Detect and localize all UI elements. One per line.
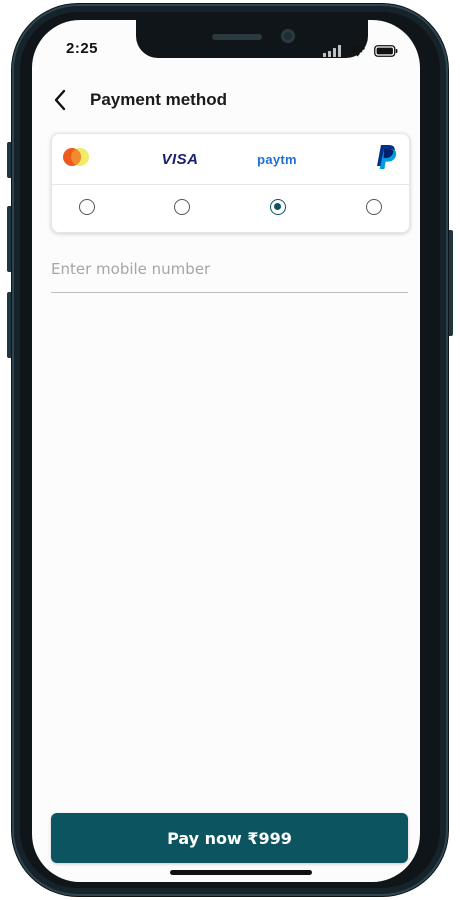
radio-paypal[interactable] [366, 199, 382, 215]
wifi-icon [349, 42, 366, 61]
payment-option-visa[interactable]: VISA [154, 134, 206, 184]
front-camera [281, 29, 295, 43]
payment-option-mastercard[interactable] [56, 134, 96, 184]
paytm-logo: paytm [257, 151, 297, 167]
status-time: 2:25 [66, 40, 99, 57]
radio-mastercard[interactable] [79, 199, 95, 215]
paypal-logo-icon [375, 144, 397, 174]
pay-now-button[interactable]: Pay now ₹999 [51, 813, 408, 863]
phone-frame: 2:25 Payment method VISA paytm Enter mob… [12, 4, 448, 896]
visa-logo: VISA [161, 150, 199, 168]
page: 2:25 Payment method VISA paytm Enter mob… [0, 0, 460, 900]
signal-icon [323, 42, 341, 61]
radio-visa[interactable] [174, 199, 190, 215]
back-button[interactable] [46, 88, 74, 116]
home-indicator [170, 870, 312, 875]
phone-screen: 2:25 Payment method VISA paytm Enter mob… [32, 20, 420, 882]
payment-radio-row [52, 185, 409, 231]
payment-method-card: VISA paytm [51, 133, 410, 233]
mastercard-logo-icon [60, 146, 92, 172]
payment-logo-row: VISA paytm [52, 134, 409, 185]
status-icons [323, 42, 398, 61]
mobile-number-input[interactable] [51, 246, 408, 293]
radio-paytm[interactable] [270, 199, 286, 215]
chevron-left-icon [53, 89, 67, 115]
speaker [212, 34, 262, 40]
payment-option-paypal[interactable] [366, 134, 406, 184]
battery-icon [374, 42, 398, 61]
page-title: Payment method [90, 90, 227, 109]
header: Payment method [32, 84, 420, 120]
payment-option-paytm[interactable]: paytm [250, 134, 304, 184]
